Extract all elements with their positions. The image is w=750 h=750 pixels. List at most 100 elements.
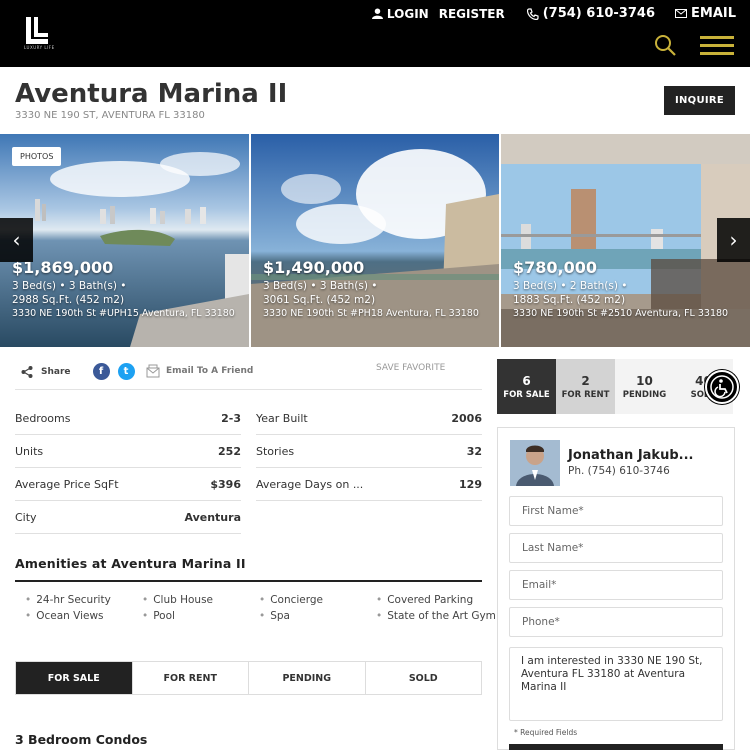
top-nav-links: LOGIN REGISTER (754) 610-3746 EMAIL [371, 6, 736, 21]
section-title: 3 Bedroom Condos [15, 732, 148, 747]
required-note: * Required Fields [514, 728, 578, 737]
hamburger-menu-icon[interactable] [700, 36, 734, 55]
tab-for-rent[interactable]: FOR RENT [133, 662, 249, 694]
envelope-icon [675, 9, 687, 18]
login-link[interactable]: LOGIN [371, 6, 429, 21]
share-label: Share [41, 366, 71, 377]
stat-label: Year Built [256, 411, 308, 425]
stat-label: Bedrooms [15, 411, 71, 425]
agent-phone[interactable]: Ph. (754) 610-3746 [568, 465, 670, 477]
phone-number: (754) 610-3746 [542, 6, 655, 21]
carousel-prev-button[interactable]: ‹ [0, 218, 33, 262]
counter-value: 6 [522, 373, 531, 388]
listing-info: $780,000 3 Bed(s) • 2 Bath(s) • 1883 Sq.… [513, 258, 728, 321]
counter-value: 10 [636, 373, 653, 388]
stat-bedrooms: Bedrooms 2-3 [15, 402, 241, 435]
amenity-item: Club House [142, 594, 213, 606]
counter-for-sale[interactable]: 6 FOR SALE [497, 359, 556, 414]
site-logo[interactable]: LUXURY LIFE [24, 17, 55, 50]
message-field[interactable]: I am interested in 3330 NE 190 St, Avent… [509, 647, 723, 721]
inquire-button[interactable]: INQUIRE [664, 86, 735, 115]
listing-card[interactable]: $780,000 3 Bed(s) • 2 Bath(s) • 1883 Sq.… [501, 134, 750, 347]
amenity-item: State of the Art Gym [376, 610, 496, 622]
listing-info: $1,490,000 3 Bed(s) • 3 Bath(s) • 3061 S… [263, 258, 479, 321]
stat-label: Units [15, 444, 44, 458]
listing-beds-baths: 3 Bed(s) • 3 Bath(s) • [263, 280, 378, 292]
stat-label: City [15, 510, 37, 524]
building-address: 3330 NE 190 ST, AVENTURA FL 33180 [15, 110, 205, 121]
counter-for-rent[interactable]: 2 FOR RENT [556, 359, 615, 414]
accessibility-button[interactable] [705, 370, 739, 404]
register-link[interactable]: REGISTER [439, 7, 505, 21]
logo-text: LUXURY LIFE [24, 45, 55, 50]
amenity-item: Concierge [259, 594, 323, 606]
listing-card[interactable]: $1,490,000 3 Bed(s) • 3 Bath(s) • 3061 S… [251, 134, 499, 347]
photos-tag[interactable]: PHOTOS [12, 147, 62, 166]
listing-price: $1,490,000 [263, 258, 365, 277]
stat-city: City Aventura [15, 501, 241, 534]
listing-address: 3330 NE 190th St #2510 Aventura, FL 3318… [513, 308, 729, 319]
facebook-icon[interactable]: f [92, 363, 110, 380]
listing-price: $1,869,000 [12, 258, 114, 277]
login-label: LOGIN [386, 6, 429, 21]
stat-value: Aventura [184, 510, 241, 524]
top-navbar: LUXURY LIFE LOGIN REGISTER (754) 610-374… [0, 0, 750, 67]
amenity-item: Spa [259, 610, 290, 622]
tab-pending[interactable]: PENDING [249, 662, 366, 694]
listing-info: $1,869,000 3 Bed(s) • 3 Bath(s) • 2988 S… [12, 258, 235, 321]
carousel-next-button[interactable]: › [717, 218, 750, 262]
stat-avg-price: Average Price SqFt $396 [15, 468, 241, 501]
stat-value: $396 [210, 477, 241, 491]
stat-label: Stories [256, 444, 295, 458]
stat-label: Average Price SqFt [15, 477, 119, 491]
agent-avatar [510, 440, 560, 486]
counter-label: FOR RENT [561, 389, 610, 400]
listing-price: $780,000 [513, 258, 598, 277]
twitter-icon[interactable]: t [117, 363, 135, 380]
listing-sqft: 3061 Sq.Ft. (452 m2) [263, 294, 376, 306]
phone-field[interactable]: Phone* [509, 607, 723, 637]
last-name-field[interactable]: Last Name* [509, 533, 723, 563]
phone-icon [526, 7, 539, 20]
listing-address: 3330 NE 190th St #PH18 Aventura, FL 3318… [263, 308, 479, 319]
building-title: Aventura Marina II [15, 79, 288, 109]
share-control[interactable]: Share f t [21, 363, 135, 380]
accessibility-icon [710, 375, 734, 399]
counter-pending[interactable]: 10 PENDING [615, 359, 674, 414]
share-icon [21, 365, 33, 378]
amenity-item: Pool [142, 610, 175, 622]
stat-avg-days: Average Days on ... 129 [256, 468, 482, 501]
email-label: EMAIL [691, 6, 736, 21]
status-counters: 6 FOR SALE 2 FOR RENT 10 PENDING 40 SOLD [497, 359, 735, 414]
counter-label: PENDING [622, 389, 667, 400]
submit-button[interactable] [509, 744, 723, 750]
stat-units: Units 252 [15, 435, 241, 468]
stat-stories: Stories 32 [256, 435, 482, 468]
listing-sqft: 2988 Sq.Ft. (452 m2) [12, 294, 125, 306]
chevron-right-icon: › [729, 228, 738, 252]
listing-status-tabs: FOR SALE FOR RENT PENDING SOLD [15, 661, 482, 695]
agent-name[interactable]: Jonathan Jakub... [568, 448, 693, 463]
stat-value: 252 [218, 444, 241, 458]
stat-value: 129 [459, 477, 482, 491]
save-favorite-button[interactable]: SAVE FAVORITE [376, 363, 445, 373]
email-field[interactable]: Email* [509, 570, 723, 600]
phone-link[interactable]: (754) 610-3746 [526, 6, 655, 21]
stat-label: Average Days on ... [256, 477, 364, 491]
listing-card[interactable]: PHOTOS $1,869,000 3 Bed(s) • 3 Bath(s) •… [0, 134, 249, 347]
amenity-item: 24-hr Security [25, 594, 111, 606]
mail-icon [146, 364, 160, 378]
listing-beds-baths: 3 Bed(s) • 2 Bath(s) • [513, 280, 628, 292]
first-name-field[interactable]: First Name* [509, 496, 723, 526]
stat-year-built: Year Built 2006 [256, 402, 482, 435]
email-friend-link[interactable]: Email To A Friend [146, 364, 253, 378]
search-icon[interactable] [654, 34, 676, 56]
tab-sold[interactable]: SOLD [366, 662, 482, 694]
tab-for-sale[interactable]: FOR SALE [16, 662, 133, 694]
counter-label: FOR SALE [503, 389, 550, 400]
email-link[interactable]: EMAIL [675, 6, 736, 21]
stat-value: 2006 [451, 411, 482, 425]
counter-value: 2 [581, 373, 590, 388]
stat-value: 2-3 [221, 411, 241, 425]
amenities-title: Amenities at Aventura Marina II [15, 556, 246, 571]
